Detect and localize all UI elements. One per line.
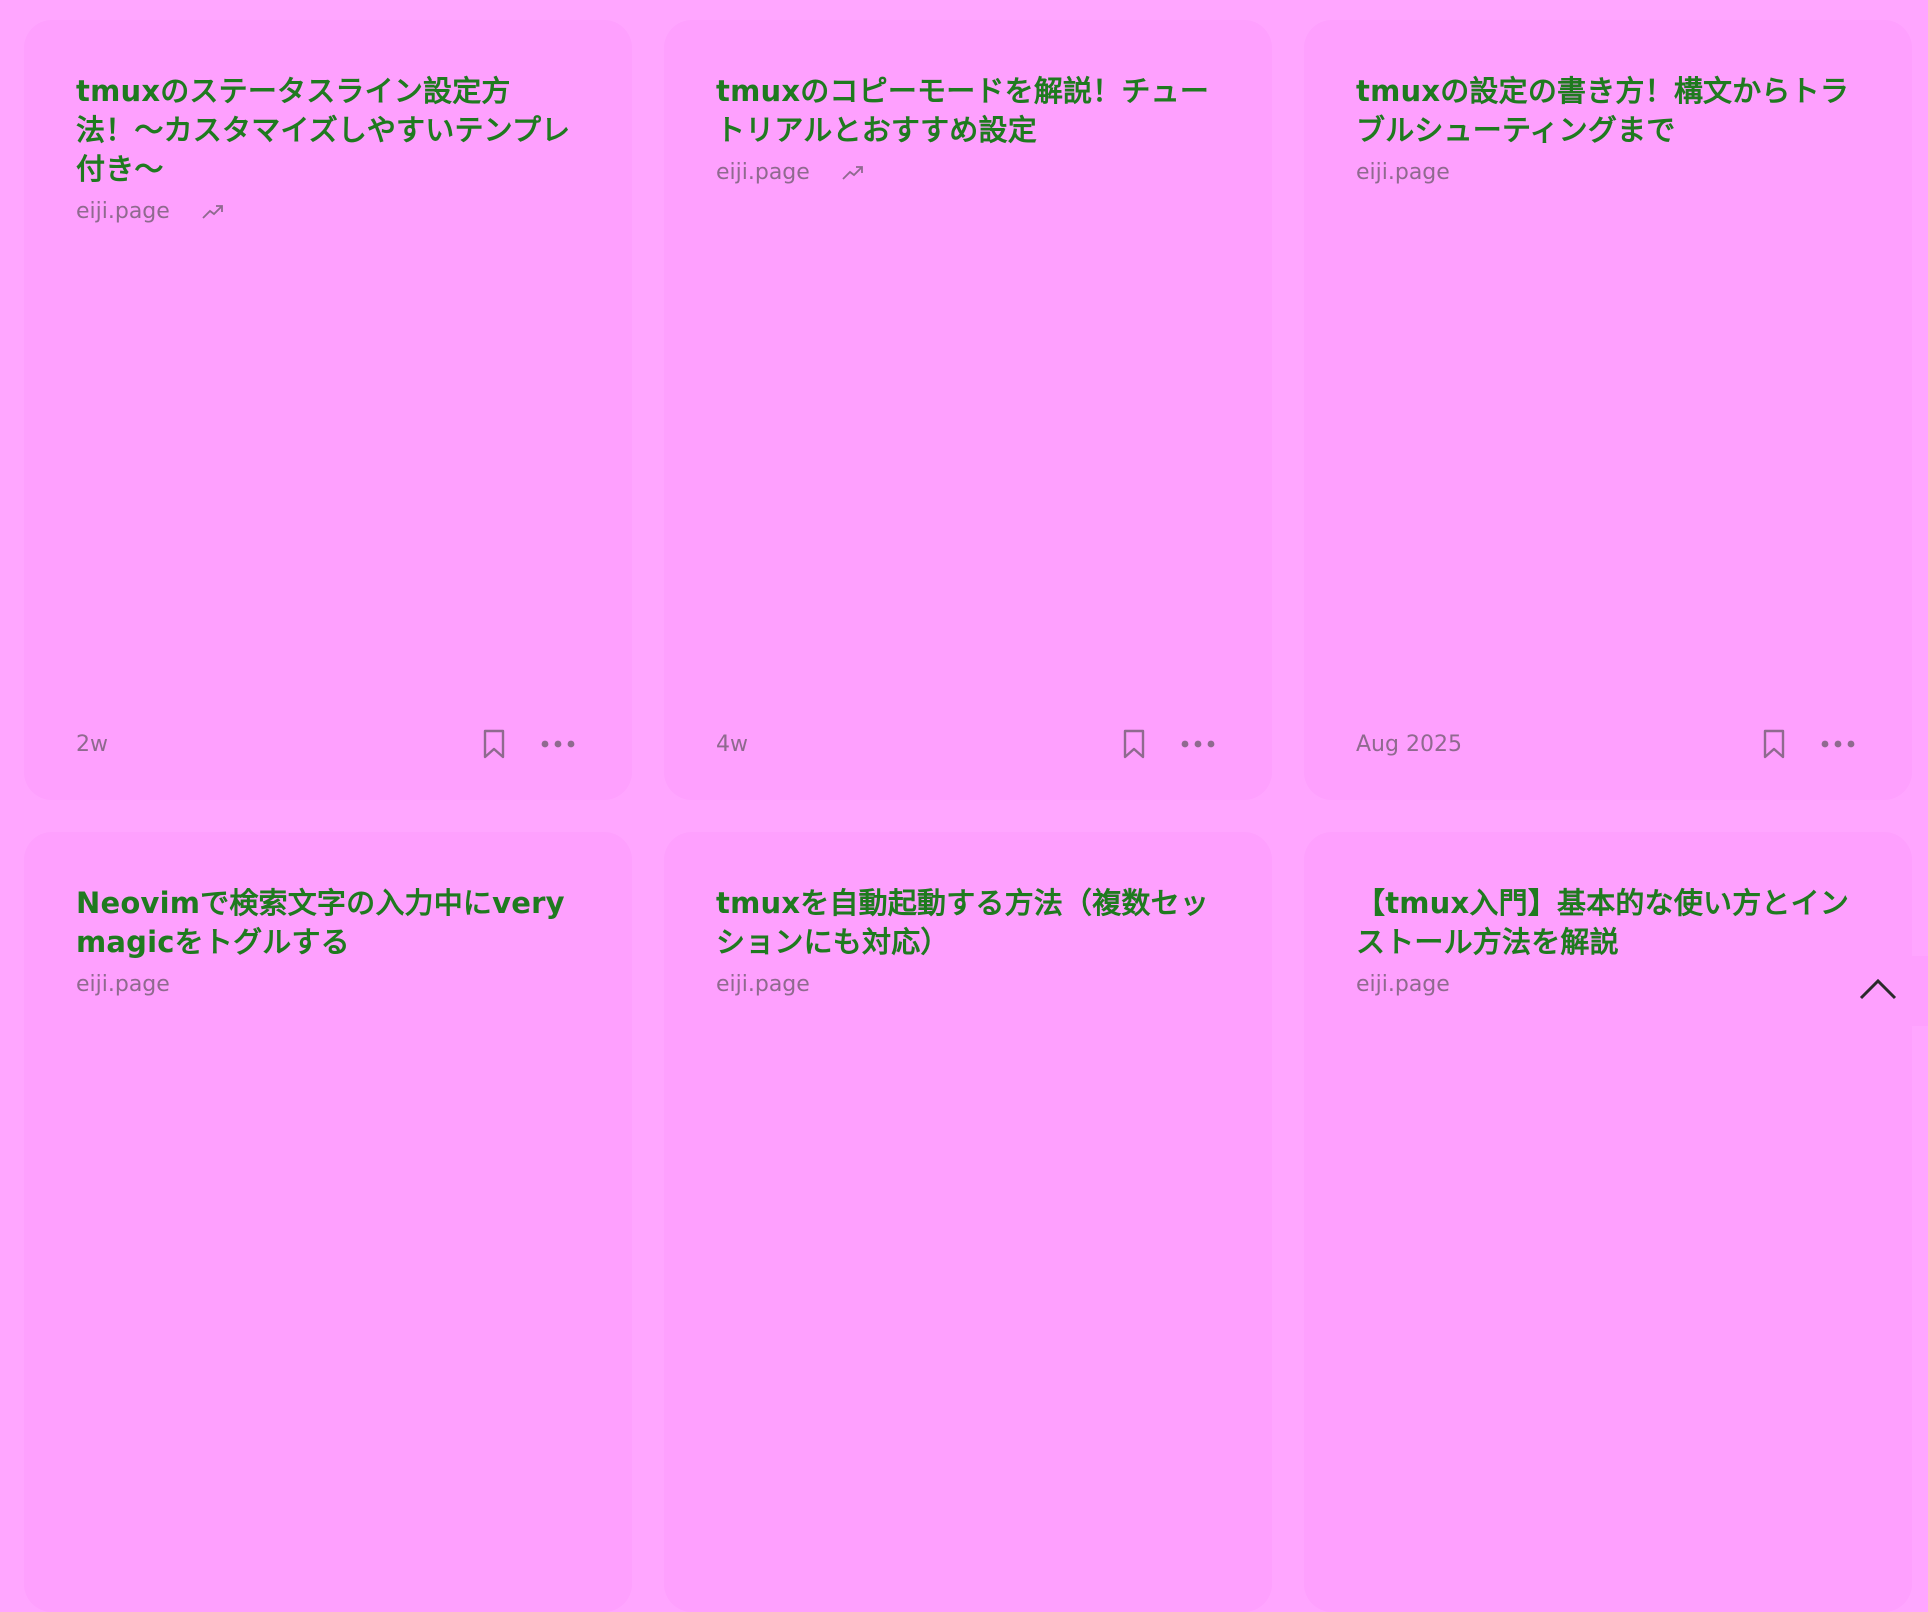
article-age: 4w [716, 732, 1112, 757]
article-source[interactable]: eiji.page [1356, 160, 1450, 185]
article-footer: Aug 2025 [1356, 724, 1860, 764]
article-source[interactable]: eiji.page [716, 160, 810, 185]
article-card[interactable]: tmuxの設定の書き方！構文からトラブルシューティングまで eiji.page … [1304, 20, 1912, 800]
article-card[interactable]: tmuxを自動起動する方法（複数セッションにも対応） eiji.page [664, 832, 1272, 1612]
article-age: 2w [76, 732, 472, 757]
bookmark-icon[interactable] [1752, 722, 1796, 766]
article-card[interactable]: tmuxのステータスライン設定方法！〜カスタマイズしやすいテンプレ付き〜 eij… [24, 20, 632, 800]
bookmark-icon[interactable] [472, 722, 516, 766]
article-meta: eiji.page [1356, 970, 1860, 998]
trending-up-icon [200, 198, 226, 224]
article-meta: eiji.page [76, 197, 580, 225]
article-source[interactable]: eiji.page [76, 199, 170, 224]
bookmark-icon[interactable] [1112, 722, 1156, 766]
article-meta: eiji.page [1356, 158, 1860, 186]
article-meta: eiji.page [76, 970, 580, 998]
article-footer: 4w [716, 724, 1220, 764]
article-title[interactable]: Neovimで検索文字の入力中にvery magicをトグルする [76, 884, 580, 962]
article-title[interactable]: tmuxの設定の書き方！構文からトラブルシューティングまで [1356, 72, 1860, 150]
article-meta: eiji.page [716, 970, 1220, 998]
article-title[interactable]: tmuxのコピーモードを解説！チュートリアルとおすすめ設定 [716, 72, 1220, 150]
chevron-up-icon [1858, 977, 1898, 1005]
article-source[interactable]: eiji.page [1356, 972, 1450, 997]
article-card[interactable]: tmuxのコピーモードを解説！チュートリアルとおすすめ設定 eiji.page … [664, 20, 1272, 800]
more-horizontal-icon[interactable] [1176, 722, 1220, 766]
article-title[interactable]: tmuxのステータスライン設定方法！〜カスタマイズしやすいテンプレ付き〜 [76, 72, 580, 189]
article-card[interactable]: Neovimで検索文字の入力中にvery magicをトグルする eiji.pa… [24, 832, 632, 1612]
article-title[interactable]: tmuxを自動起動する方法（複数セッションにも対応） [716, 884, 1220, 962]
more-horizontal-icon[interactable] [536, 722, 580, 766]
trending-up-icon [840, 159, 866, 185]
article-title[interactable]: 【tmux入門】基本的な使い方とインストール方法を解説 [1356, 884, 1860, 962]
article-card[interactable]: 【tmux入門】基本的な使い方とインストール方法を解説 eiji.page [1304, 832, 1912, 1612]
article-source[interactable]: eiji.page [76, 972, 170, 997]
article-meta: eiji.page [716, 158, 1220, 186]
more-horizontal-icon[interactable] [1816, 722, 1860, 766]
article-source[interactable]: eiji.page [716, 972, 810, 997]
article-age: Aug 2025 [1356, 732, 1752, 757]
article-footer: 2w [76, 724, 580, 764]
feed-grid: tmuxのステータスライン設定方法！〜カスタマイズしやすいテンプレ付き〜 eij… [24, 20, 1916, 1612]
